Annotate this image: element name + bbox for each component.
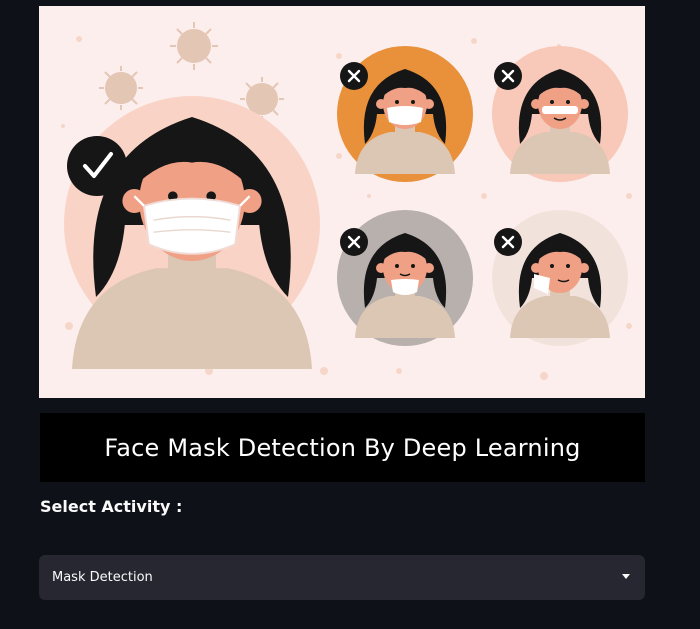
app-page: Face Mask Detection By Deep Learning Sel… bbox=[0, 0, 700, 629]
checkmark-icon bbox=[67, 136, 127, 196]
hero-illustration bbox=[39, 6, 645, 398]
title-banner: Face Mask Detection By Deep Learning bbox=[40, 413, 645, 482]
page-title: Face Mask Detection By Deep Learning bbox=[104, 433, 581, 462]
activity-select-value: Mask Detection bbox=[52, 570, 153, 585]
activity-select[interactable]: Mask Detection bbox=[39, 555, 645, 600]
select-activity-label: Select Activity : bbox=[40, 497, 183, 516]
chevron-down-icon bbox=[622, 574, 630, 579]
cross-icon bbox=[338, 60, 370, 92]
cross-icon bbox=[492, 60, 524, 92]
cross-icon bbox=[338, 226, 370, 258]
cross-icon bbox=[492, 226, 524, 258]
